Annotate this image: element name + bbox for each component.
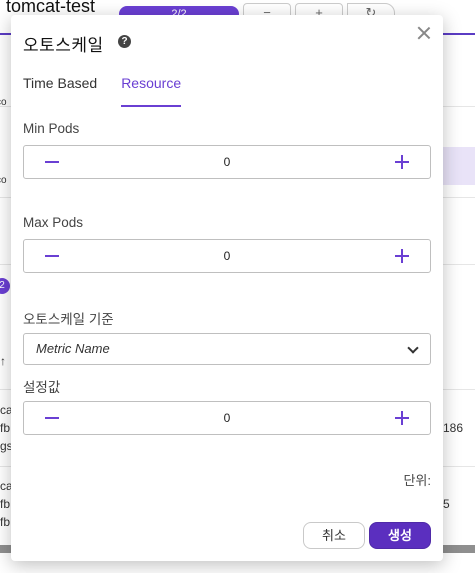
max-pods-decrement-button[interactable] [32, 240, 72, 272]
metric-name-select[interactable]: Metric Name [23, 333, 431, 365]
setting-value-stepper: 0 [23, 401, 431, 435]
unit-label: 단위: [403, 473, 431, 488]
metric-name-value: Metric Name [36, 341, 110, 356]
min-pods-decrement-button[interactable] [32, 146, 72, 178]
row-fragment: co [0, 175, 7, 186]
minus-icon [45, 255, 59, 257]
min-pods-input[interactable]: 0 [84, 146, 370, 178]
autoscale-dialog: 오토스케일 ? Time Based Resource Min Pods 0 M… [11, 15, 443, 561]
row-value: 186 [443, 421, 464, 435]
setting-value-input[interactable]: 0 [84, 402, 370, 434]
max-pods-label: Max Pods [23, 215, 84, 230]
max-pods-stepper: 0 [23, 239, 431, 273]
tab-bar: Time Based Resource [23, 75, 181, 107]
tab-time-based[interactable]: Time Based [23, 75, 97, 107]
create-button[interactable]: 생성 [369, 522, 431, 549]
help-icon[interactable]: ? [118, 35, 131, 48]
row-fragment: fb [0, 497, 11, 511]
count-badge: 2 [0, 278, 10, 294]
criteria-label: 오토스케일 기준 [23, 312, 114, 327]
max-pods-input[interactable]: 0 [84, 240, 370, 272]
minus-icon [45, 417, 59, 419]
row-fragment: fb [0, 421, 11, 435]
setting-value-increment-button[interactable] [382, 402, 422, 434]
min-pods-stepper: 0 [23, 145, 431, 179]
tab-resource[interactable]: Resource [121, 75, 181, 107]
min-pods-increment-button[interactable] [382, 146, 422, 178]
setting-value-decrement-button[interactable] [32, 402, 72, 434]
sort-arrow-icon: ↑ [0, 354, 6, 368]
dialog-title: 오토스케일 [23, 36, 104, 55]
setting-value-label: 설정값 [23, 380, 61, 395]
row-fragment: co [0, 97, 7, 108]
chevron-down-icon [407, 342, 419, 354]
cancel-button[interactable]: 취소 [303, 522, 365, 549]
minus-icon [45, 161, 59, 163]
row-value: 5 [443, 497, 450, 511]
close-icon[interactable] [416, 25, 432, 41]
max-pods-increment-button[interactable] [382, 240, 422, 272]
min-pods-label: Min Pods [23, 121, 80, 136]
row-fragment: fb [0, 515, 11, 529]
